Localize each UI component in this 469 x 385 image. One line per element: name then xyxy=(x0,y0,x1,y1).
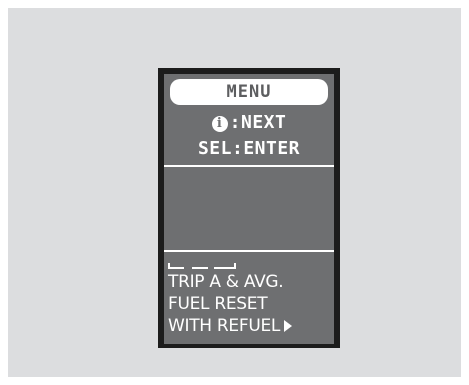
bottom-divider xyxy=(164,250,334,252)
top-divider xyxy=(164,165,334,167)
message-line-3: WITH REFUEL xyxy=(168,316,281,336)
message-line-1: TRIP A & AVG. xyxy=(168,272,284,292)
next-label: :NEXT xyxy=(229,112,287,133)
background-panel: MENU i:NEXT SEL:ENTER TRIP A & AVG. FUEL… xyxy=(8,8,461,377)
enter-instruction: SEL:ENTER xyxy=(197,138,301,159)
display-screen: MENU i:NEXT SEL:ENTER TRIP A & AVG. FUEL… xyxy=(164,74,334,344)
next-instruction: i:NEXT xyxy=(164,112,334,133)
display-bezel: MENU i:NEXT SEL:ENTER TRIP A & AVG. FUEL… xyxy=(158,68,340,348)
message-text: TRIP A & AVG. FUEL RESET WITH REFUEL xyxy=(168,271,293,337)
message-line-2: FUEL RESET xyxy=(168,294,268,314)
menu-title: MENU xyxy=(170,79,328,105)
right-arrow-icon xyxy=(284,320,293,332)
message-line-3-row: WITH REFUEL xyxy=(168,315,293,337)
info-icon: i xyxy=(211,116,228,132)
